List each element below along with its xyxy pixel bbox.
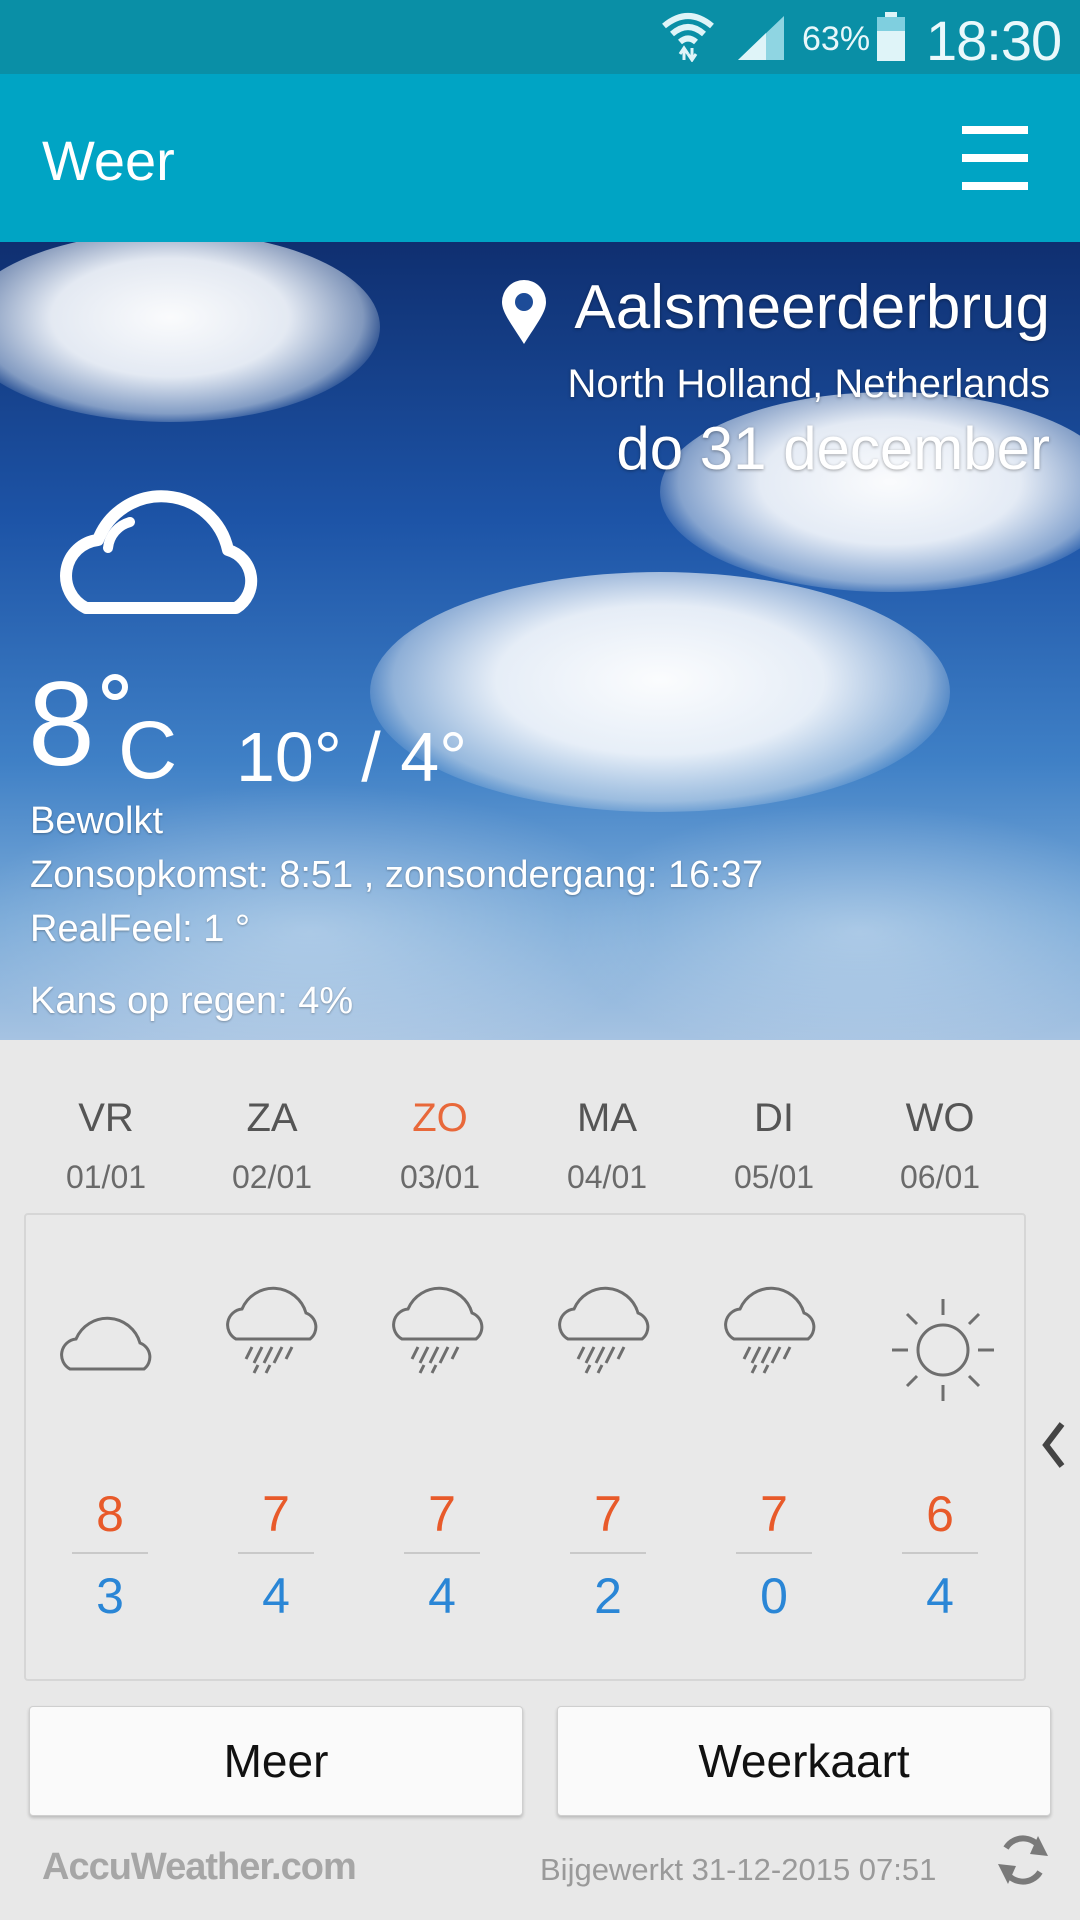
rain-icon xyxy=(724,1286,816,1374)
forecast-day: ZA 02/01 xyxy=(202,1096,342,1196)
forecast-day: ZO 03/01 xyxy=(370,1096,510,1196)
app-title: Weer xyxy=(42,129,175,192)
current-weather-panel: Aalsmeerderbrug North Holland, Netherlan… xyxy=(0,242,1080,1040)
forecast-low: 3 xyxy=(96,1568,124,1624)
day-date: 06/01 xyxy=(899,1159,981,1195)
forecast-days: VR 01/01 ZA 02/01 ZO 03/01 MA 04/01 DI 0… xyxy=(0,1040,1080,1210)
forecast-low: 4 xyxy=(262,1568,290,1624)
day-name: MA xyxy=(577,1096,637,1140)
weather-map-button[interactable]: Weerkaart xyxy=(557,1706,1051,1816)
forecast-day: DI 05/01 xyxy=(704,1096,844,1196)
degree-symbol xyxy=(102,674,128,700)
forecast-day: VR 01/01 xyxy=(36,1096,176,1196)
forecast-low: 0 xyxy=(760,1568,788,1624)
forecast-high: 7 xyxy=(262,1486,290,1542)
battery-icon xyxy=(877,12,905,61)
region-name: North Holland, Netherlands xyxy=(567,362,1050,406)
day-date: 05/01 xyxy=(733,1159,815,1195)
temperature-unit: C xyxy=(118,705,178,796)
current-temperature: 8 xyxy=(28,657,95,791)
day-name: WO xyxy=(905,1096,975,1140)
clock: 18:30 xyxy=(926,9,1062,72)
forecast-high: 8 xyxy=(96,1486,124,1542)
forecast-panel[interactable]: 8 3 7 4 7 4 7 2 7 0 6 4 xyxy=(24,1213,1026,1681)
chevron-left-icon[interactable] xyxy=(1040,1420,1066,1470)
condition-text: Bewolkt xyxy=(30,800,164,842)
day-name: ZA xyxy=(246,1096,298,1140)
last-updated: Bijgewerkt 31-12-2015 07:51 xyxy=(540,1852,937,1887)
city-name: Aalsmeerderbrug xyxy=(574,273,1050,342)
accuweather-logo[interactable]: AccuWeather.com xyxy=(42,1846,357,1889)
temp-divider xyxy=(72,1552,148,1554)
day-name: ZO xyxy=(412,1096,468,1140)
high-low-temperature: 10° / 4° xyxy=(236,718,468,796)
forecast-low: 4 xyxy=(428,1568,456,1624)
temp-divider xyxy=(736,1552,812,1554)
location-pin-icon xyxy=(502,280,546,344)
forecast-low: 4 xyxy=(926,1568,954,1624)
rain-icon xyxy=(226,1286,318,1374)
rain-icon xyxy=(392,1286,484,1374)
day-date: 02/01 xyxy=(231,1159,313,1195)
forecast-high: 6 xyxy=(926,1486,954,1542)
temp-divider xyxy=(404,1552,480,1554)
app-bar: Weer xyxy=(0,74,1080,242)
wifi-icon xyxy=(662,13,714,62)
menu-icon[interactable] xyxy=(962,126,1028,190)
forecast-low: 2 xyxy=(594,1568,622,1624)
more-button[interactable]: Meer xyxy=(29,1706,523,1816)
refresh-icon[interactable] xyxy=(994,1828,1052,1892)
cloud-icon xyxy=(60,1316,152,1371)
day-date: 03/01 xyxy=(399,1159,481,1195)
forecast-day: WO 06/01 xyxy=(870,1096,1010,1196)
temp-divider xyxy=(570,1552,646,1554)
day-date: 01/01 xyxy=(65,1159,147,1195)
day-name: DI xyxy=(754,1096,794,1140)
current-date: do 31 december xyxy=(616,415,1050,482)
status-bar: 63% 18:30 xyxy=(0,0,1080,74)
forecast-high: 7 xyxy=(428,1486,456,1542)
forecast-day: MA 04/01 xyxy=(537,1096,677,1196)
rain-chance: Kans op regen: 4% xyxy=(30,980,354,1022)
realfeel: RealFeel: 1 ° xyxy=(30,908,251,950)
background-cloud xyxy=(0,242,380,422)
temp-divider xyxy=(902,1552,978,1554)
sun-times: Zonsopkomst: 8:51 , zonsondergang: 16:37 xyxy=(30,854,764,896)
temp-divider xyxy=(238,1552,314,1554)
day-name: VR xyxy=(78,1096,134,1140)
signal-icon xyxy=(738,16,784,60)
forecast-high: 7 xyxy=(760,1486,788,1542)
cloud-icon xyxy=(60,490,258,614)
forecast-high: 7 xyxy=(594,1486,622,1542)
battery-percent: 63% xyxy=(802,20,871,58)
day-date: 04/01 xyxy=(566,1159,648,1195)
rain-icon xyxy=(558,1286,650,1374)
sun-icon xyxy=(892,1299,994,1401)
